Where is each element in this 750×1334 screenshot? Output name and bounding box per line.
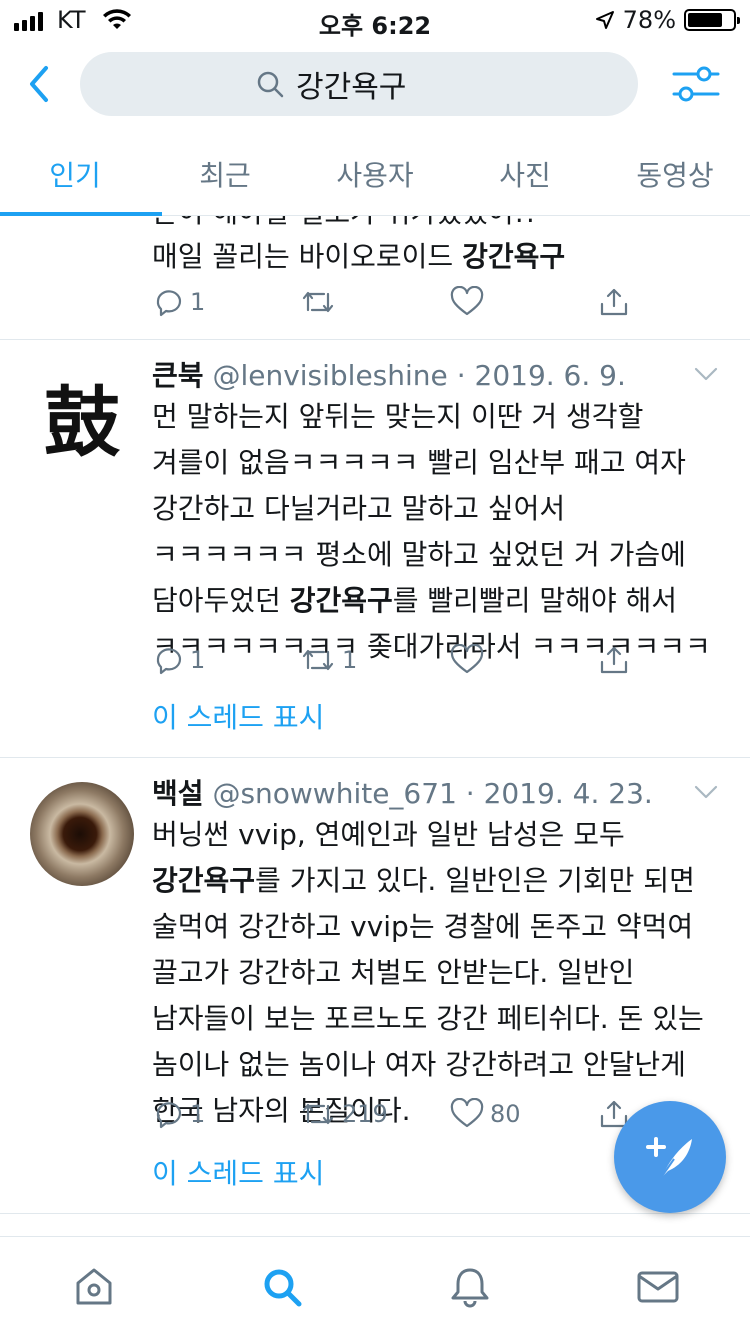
avatar[interactable]: 鼓 — [30, 364, 134, 468]
like-button[interactable] — [450, 286, 484, 318]
tweet-date: 2019. 4. 23. — [483, 777, 653, 810]
separator-dot: · — [456, 359, 466, 392]
reply-button[interactable]: 1 — [152, 1098, 205, 1130]
search-icon[interactable] — [260, 1265, 304, 1309]
tab-latest[interactable]: 최근 — [150, 140, 300, 215]
location-arrow-icon — [595, 11, 614, 29]
home-icon[interactable] — [72, 1265, 116, 1309]
retweet-icon — [302, 649, 334, 671]
retweet-count: 1 — [342, 646, 358, 674]
tab-photos[interactable]: 사진 — [450, 140, 600, 215]
tweet-text-plain: 매일 꼴리는 바이오로이드 — [152, 240, 463, 273]
tweet-actions: 1 1 — [152, 644, 652, 684]
tweet-card[interactable]: 혼이 해야할 일로가 쉬가있었어!! 매일 꼴리는 바이오로이드 강간욕구 1 — [0, 216, 750, 340]
avatar-glyph: 鼓 — [44, 378, 120, 467]
share-icon — [600, 288, 628, 316]
reply-icon — [156, 290, 182, 317]
reply-count: 1 — [190, 646, 206, 674]
tab-people[interactable]: 사용자 — [300, 140, 450, 215]
share-button[interactable] — [598, 644, 630, 676]
search-header: 강간욕구 — [0, 48, 750, 120]
tweet-text: 먼 말하는지 앞뒤는 맞는지 이딴 거 생각할 겨를이 없음ㅋㅋㅋㅋㅋ 빨리 임… — [152, 394, 722, 670]
tweet-header: 백설 @snowwhite_671 · 2019. 4. 23. — [152, 772, 653, 812]
tweet-text-before: 버닝썬 vvip, 연예인과 일반 남성은 모두 — [152, 818, 625, 851]
timeline[interactable]: 혼이 해야할 일로가 쉬가있었어!! 매일 꼴리는 바이오로이드 강간욕구 1 … — [0, 216, 750, 1236]
user-name[interactable]: 백설 — [152, 777, 204, 810]
tweet-partial-line: 혼이 해야할 일로가 쉬가있었어!! — [152, 216, 722, 236]
like-heart-icon — [450, 1098, 484, 1128]
tweet-actions: 1 — [152, 286, 652, 326]
share-icon — [600, 646, 628, 674]
user-handle: @snowwhite_671 — [212, 777, 457, 810]
tab-videos[interactable]: 동영상 — [600, 140, 750, 215]
back-chevron-icon[interactable] — [22, 62, 58, 106]
reply-button[interactable]: 1 — [152, 286, 205, 318]
reply-icon — [156, 648, 182, 675]
battery-percent: 78% — [622, 6, 676, 34]
like-button[interactable]: 80 — [450, 1098, 521, 1130]
retweet-count: 219 — [342, 1100, 388, 1128]
user-name[interactable]: 큰북 — [152, 359, 204, 392]
chevron-down-icon[interactable] — [694, 784, 718, 800]
show-thread-link[interactable]: 이 스레드 표시 — [152, 1152, 324, 1192]
retweet-button[interactable] — [300, 286, 336, 318]
battery-icon — [684, 9, 740, 31]
tweet-highlight: 강간욕구 — [462, 240, 566, 273]
search-query: 강간욕구 — [296, 70, 407, 105]
bottom-tab-bar — [0, 1236, 750, 1334]
search-input[interactable]: 강간욕구 — [80, 52, 638, 116]
like-button[interactable] — [450, 644, 484, 676]
tab-top[interactable]: 인기 — [0, 140, 150, 215]
reply-count: 1 — [190, 1100, 206, 1128]
tweet-date: 2019. 6. 9. — [474, 359, 626, 392]
compose-feather-icon — [646, 1137, 692, 1180]
reply-icon — [156, 1102, 182, 1129]
retweet-icon — [302, 291, 334, 313]
messages-envelope-icon[interactable] — [636, 1265, 680, 1309]
reply-count: 1 — [190, 288, 206, 316]
tweet-highlight: 강간욕구 — [289, 584, 393, 617]
share-button[interactable] — [598, 286, 630, 318]
tweet-highlight: 강간욕구 — [152, 864, 256, 897]
tweet-actions: 1 219 80 — [152, 1098, 652, 1138]
compose-tweet-button[interactable] — [614, 1101, 726, 1213]
status-bar: KT 오후 6:22 78% — [0, 0, 750, 40]
tweet-text: 매일 꼴리는 바이오로이드 강간욕구 — [152, 234, 722, 280]
tweet-text-after: 를 가지고 있다. 일반인은 기회만 되면 술먹여 강간하고 vvip는 경찰에… — [152, 864, 704, 1127]
tweet-card[interactable]: 鼓 큰북 @lenvisibleshine · 2019. 6. 9. 먼 말하… — [0, 340, 750, 758]
retweet-button[interactable]: 219 — [300, 1098, 388, 1130]
battery-fill — [688, 13, 723, 27]
notifications-bell-icon[interactable] — [448, 1265, 492, 1309]
avatar[interactable] — [30, 782, 134, 886]
search-icon — [257, 71, 284, 98]
reply-button[interactable]: 1 — [152, 644, 205, 676]
filter-sliders-icon[interactable] — [672, 62, 720, 106]
like-heart-icon — [450, 644, 484, 674]
search-tabs: 인기 최근 사용자 사진 동영상 — [0, 140, 750, 216]
user-handle: @lenvisibleshine — [212, 359, 448, 392]
retweet-icon — [302, 1103, 334, 1125]
like-count: 80 — [490, 1100, 521, 1128]
separator-dot: · — [465, 777, 475, 810]
chevron-down-icon[interactable] — [694, 366, 718, 382]
retweet-button[interactable]: 1 — [300, 644, 357, 676]
tweet-text: 버닝썬 vvip, 연예인과 일반 남성은 모두 강간욕구를 가지고 있다. 일… — [152, 812, 722, 1134]
tweet-header: 큰북 @lenvisibleshine · 2019. 6. 9. — [152, 354, 626, 394]
like-heart-icon — [450, 286, 484, 316]
show-thread-link[interactable]: 이 스레드 표시 — [152, 696, 324, 736]
status-right: 78% — [595, 6, 740, 34]
